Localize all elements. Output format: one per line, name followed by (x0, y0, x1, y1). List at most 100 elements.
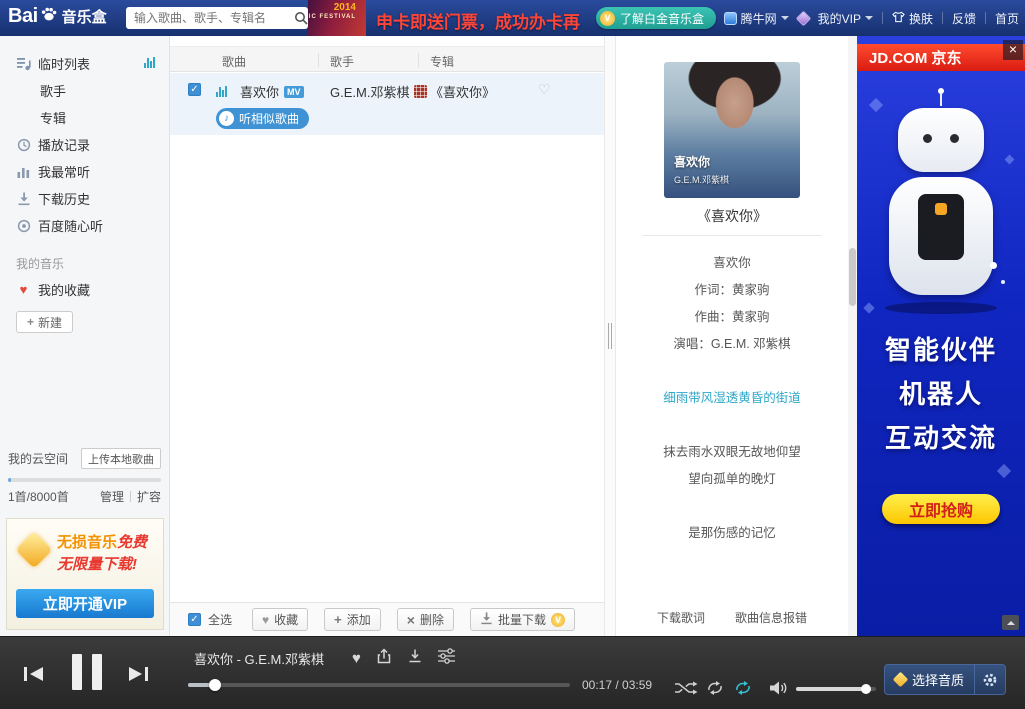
song-list-pane: 歌曲 歌手 专辑 ✓ 喜欢你 MV G.E.M.邓紫棋 (170, 36, 604, 636)
favorite-label: 收藏 (274, 611, 298, 628)
skin-link[interactable]: 换肤 (892, 10, 933, 27)
progress-handle[interactable] (209, 679, 221, 691)
lyric-line: 演唱：G.E.M. 邓紫棋 (616, 331, 848, 358)
cover-artist-text: G.E.M.邓紫棋 (674, 173, 729, 186)
song-artist[interactable]: G.E.M.邓紫棋 (330, 82, 409, 101)
download-lyrics-link[interactable]: 下载歌词 (657, 609, 705, 626)
sidebar-item-play-history[interactable]: 播放记录 (0, 131, 169, 158)
row-checkbox[interactable]: ✓ (188, 83, 201, 96)
next-track-button[interactable] (128, 666, 148, 687)
loop-icon[interactable] (706, 681, 724, 700)
table-row[interactable]: ✓ 喜欢你 MV G.E.M.邓紫棋 《喜欢你》 ♡ (170, 78, 604, 102)
pause-button[interactable] (72, 654, 102, 690)
now-playing-title[interactable]: 喜欢你 - G.E.M.邓紫棋 (194, 649, 324, 668)
sparkle-decoration (869, 98, 883, 112)
song-album[interactable]: 《喜欢你》 (430, 82, 495, 101)
festival-banner[interactable]: 2014 MUSIC FESTIVAL (308, 0, 366, 36)
buy-now-button[interactable]: 立即抢购 (882, 494, 1000, 524)
lyric-line: 作曲：黄家驹 (616, 304, 848, 331)
select-all-label[interactable]: 全选 (208, 611, 232, 628)
previous-track-button[interactable] (24, 666, 44, 687)
sidebar-item-artists[interactable]: 歌手 (0, 77, 169, 104)
column-album[interactable]: 专辑 (430, 53, 454, 70)
search-input[interactable] (126, 11, 293, 25)
open-vip-button[interactable]: 立即开通VIP (16, 589, 154, 618)
delete-button[interactable]: × 删除 (397, 608, 454, 631)
sidebar-item-label: 歌手 (40, 81, 66, 100)
home-link[interactable]: 首页 (995, 10, 1019, 27)
site-link[interactable]: 腾牛网 (724, 10, 789, 27)
jd-ad-panel[interactable]: JD.COM 京东 × 智能伙伴 机器人 (857, 36, 1025, 636)
list-toolbar: ✓ 全选 ♥ 收藏 + 添加 × 删除 批量下载 (170, 602, 604, 636)
home-label: 首页 (995, 10, 1019, 27)
search-icon[interactable] (293, 7, 308, 29)
repeat-icon-active[interactable] (734, 681, 752, 700)
vip-gem-icon[interactable] (795, 10, 811, 26)
share-icon[interactable] (376, 648, 392, 669)
baidu-music-logo[interactable]: Bai 音乐盒 (8, 5, 107, 28)
close-icon[interactable]: × (1003, 40, 1023, 60)
lyric-line (616, 493, 848, 520)
baidu-paw-icon (40, 5, 58, 28)
report-error-link[interactable]: 歌曲信息报错 (735, 609, 807, 626)
feedback-link[interactable]: 反馈 (952, 10, 976, 27)
vip-promo-box[interactable]: 无损音乐免费 无限量下载! 立即开通VIP (6, 518, 164, 630)
listen-similar-label: 听相似歌曲 (239, 110, 299, 127)
cloud-space-panel: 我的云空间 上传本地歌曲 1首/8000首 管理 扩容 (0, 448, 169, 505)
pane-splitter[interactable] (604, 36, 616, 636)
ad-line: 智能伙伴 (857, 328, 1025, 372)
splitter-grip-icon[interactable] (608, 323, 612, 349)
favorite-heart-icon[interactable]: ♡ (538, 81, 551, 98)
topbar-ad-text[interactable]: 申卡即送门票，成功办卡再 (376, 8, 580, 33)
mv-badge[interactable]: MV (284, 86, 304, 98)
new-playlist-button[interactable]: + 新建 (16, 311, 73, 333)
quality-button[interactable]: 选择音质 (885, 670, 974, 689)
lyric-line: 是那伤感的记忆 (616, 520, 848, 547)
gear-icon[interactable] (975, 665, 1005, 694)
lyric-line: 望向孤单的晚灯 (616, 466, 848, 493)
expand-link[interactable]: 扩容 (137, 488, 161, 505)
sparkle-decoration (1005, 155, 1015, 165)
sidebar: 临时列表 歌手 专辑 播放记录 (0, 36, 170, 636)
sidebar-item-temp-list[interactable]: 临时列表 (0, 50, 169, 77)
volume-icon[interactable] (770, 681, 788, 700)
time-display: 00:17 / 03:59 (582, 678, 652, 692)
scroll-top-button[interactable] (1002, 615, 1019, 630)
volume-handle[interactable] (861, 684, 871, 694)
favorite-button[interactable]: ♥ 收藏 (252, 608, 308, 631)
select-all-checkbox[interactable]: ✓ (188, 613, 201, 626)
platinum-music-button[interactable]: V 了解白金音乐盒 (596, 7, 716, 29)
shuffle-icon[interactable] (674, 681, 698, 700)
upload-local-songs-button[interactable]: 上传本地歌曲 (81, 448, 161, 469)
download-icon[interactable] (407, 648, 423, 669)
my-vip-link[interactable]: 我的VIP (818, 10, 873, 27)
scrollbar-handle[interactable] (849, 248, 856, 306)
batch-download-button[interactable]: 批量下载 V (470, 608, 575, 631)
lyrics-panel: 喜欢你 作词：黄家驹 作曲：黄家驹 演唱：G.E.M. 邓紫棋 细雨带风湿透黄昏… (616, 250, 848, 547)
ad-text-block: 智能伙伴 机器人 互动交流 (857, 328, 1025, 460)
listen-similar-button[interactable]: ♪ 听相似歌曲 (216, 108, 309, 129)
divider (942, 12, 943, 24)
manage-link[interactable]: 管理 (100, 488, 124, 505)
detail-scrollbar[interactable] (848, 36, 857, 636)
column-song[interactable]: 歌曲 (222, 53, 246, 70)
new-playlist-label: 新建 (38, 314, 62, 331)
add-button[interactable]: + 添加 (324, 608, 381, 631)
sidebar-item-favorites[interactable]: ♥ 我的收藏 (0, 276, 169, 303)
song-title[interactable]: 喜欢你 (240, 82, 279, 101)
download-icon (480, 612, 493, 628)
sidebar-item-label: 下载历史 (38, 189, 90, 208)
playback-progress-bar[interactable] (188, 683, 570, 687)
radio-icon (16, 219, 31, 233)
history-icon (16, 138, 31, 152)
volume-slider[interactable] (796, 687, 876, 691)
favorite-heart-icon[interactable]: ♥ (352, 650, 361, 667)
column-artist[interactable]: 歌手 (330, 53, 354, 70)
equalizer-settings-icon[interactable] (438, 648, 455, 669)
sidebar-item-most-played[interactable]: 我最常听 (0, 158, 169, 185)
album-cover[interactable]: 喜欢你 G.E.M.邓紫棋 (664, 62, 800, 198)
robot-image (885, 88, 997, 314)
sidebar-item-albums[interactable]: 专辑 (0, 104, 169, 131)
sidebar-item-download-history[interactable]: 下载历史 (0, 185, 169, 212)
sidebar-item-radio[interactable]: 百度随心听 (0, 212, 169, 239)
